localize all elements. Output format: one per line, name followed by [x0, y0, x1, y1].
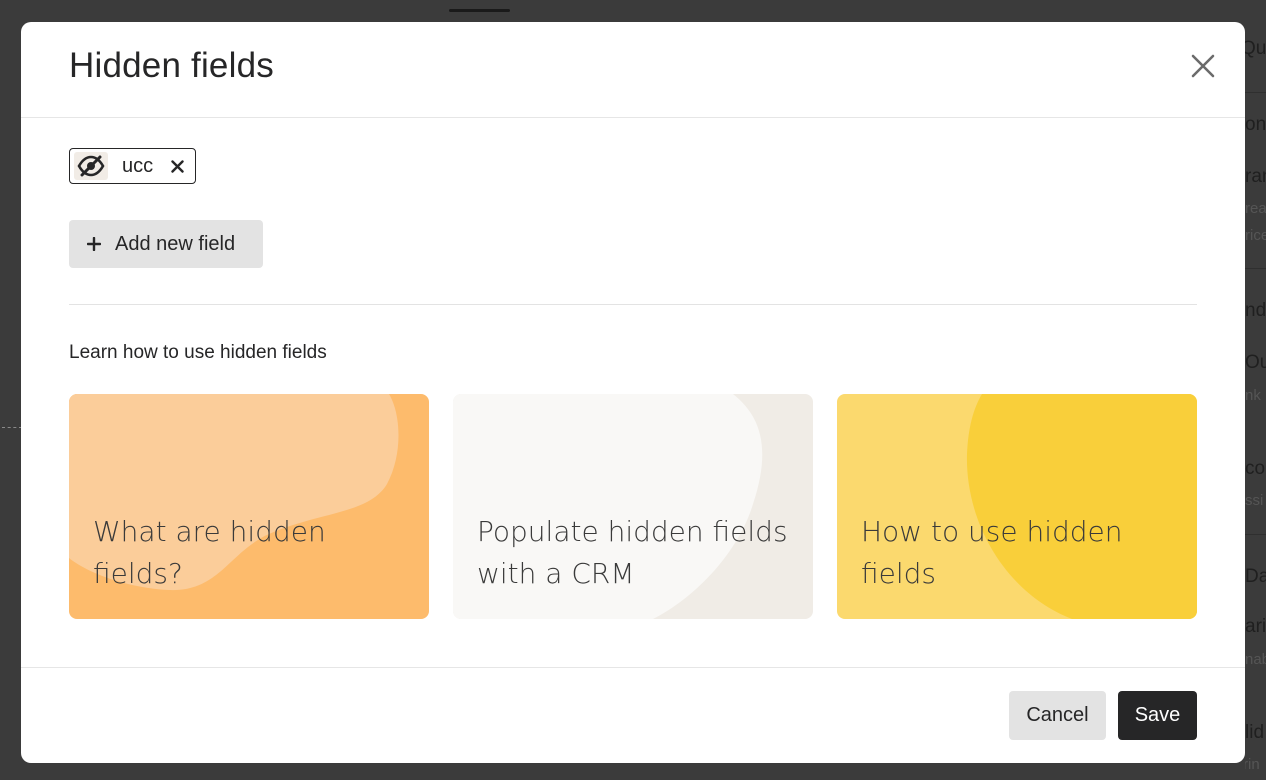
bg-fragment: ran [1245, 166, 1266, 187]
bg-divider [1245, 534, 1266, 535]
learn-card-populate-with-crm[interactable]: Populate hidden fields with a CRM [453, 394, 813, 619]
plus-icon [87, 237, 101, 251]
dialog-header: Hidden fields [21, 22, 1245, 118]
close-button[interactable] [1187, 50, 1219, 82]
x-icon [170, 159, 184, 173]
remove-field-button[interactable] [169, 158, 185, 174]
bg-fragment: nab [1245, 651, 1266, 668]
card-title: Populate hidden fields with a CRM [477, 515, 788, 590]
background-tab-indicator [449, 9, 510, 12]
bg-divider [1245, 92, 1266, 93]
learn-card-how-to-use[interactable]: How to use hidden fields [837, 394, 1197, 619]
card-title: What are hidden fields? [93, 515, 326, 590]
bg-divider [1245, 268, 1266, 269]
cancel-button[interactable]: Cancel [1009, 691, 1106, 740]
learn-section-title: Learn how to use hidden fields [69, 342, 327, 363]
card-title: How to use hidden fields [861, 515, 1123, 590]
close-icon [1191, 54, 1215, 78]
bg-fragment: nd [1245, 300, 1266, 321]
section-divider [69, 304, 1197, 305]
hidden-field-label: ucc [122, 154, 154, 177]
bg-fragment: Dat [1245, 566, 1266, 587]
bg-fragment: nk [1245, 387, 1261, 404]
bg-fragment: co [1245, 458, 1266, 479]
dialog-footer: Cancel Save [21, 667, 1245, 763]
bg-fragment: Out [1245, 352, 1266, 373]
bg-fragment: rea [1245, 200, 1266, 217]
background-dashed-line [2, 427, 22, 428]
bg-fragment: lid [1245, 722, 1265, 743]
add-new-field-label: Add new field [115, 232, 236, 255]
bg-fragment: rice [1245, 227, 1266, 244]
bg-fragment: on [1245, 114, 1266, 135]
dialog-title: Hidden fields [69, 46, 274, 85]
add-new-field-button[interactable]: Add new field [69, 220, 263, 268]
learn-card-what-are-hidden-fields[interactable]: What are hidden fields? [69, 394, 429, 619]
bg-fragment: ari [1245, 616, 1266, 637]
bg-fragment: Brin [1245, 756, 1260, 773]
bg-fragment: Que [1245, 38, 1266, 59]
bg-fragment: ssi [1245, 492, 1264, 509]
dialog-body: ucc Add new field Learn how to use hidde… [21, 118, 1245, 668]
hidden-field-chip[interactable]: ucc [69, 148, 197, 184]
background-right-panel: Que on ran rea rice nd Out nk co ssi Dat… [1245, 22, 1266, 780]
save-button[interactable]: Save [1118, 691, 1197, 740]
hidden-fields-dialog: Hidden fields ucc Add new field Learn ho… [21, 22, 1245, 763]
eye-slash-icon [74, 152, 108, 180]
